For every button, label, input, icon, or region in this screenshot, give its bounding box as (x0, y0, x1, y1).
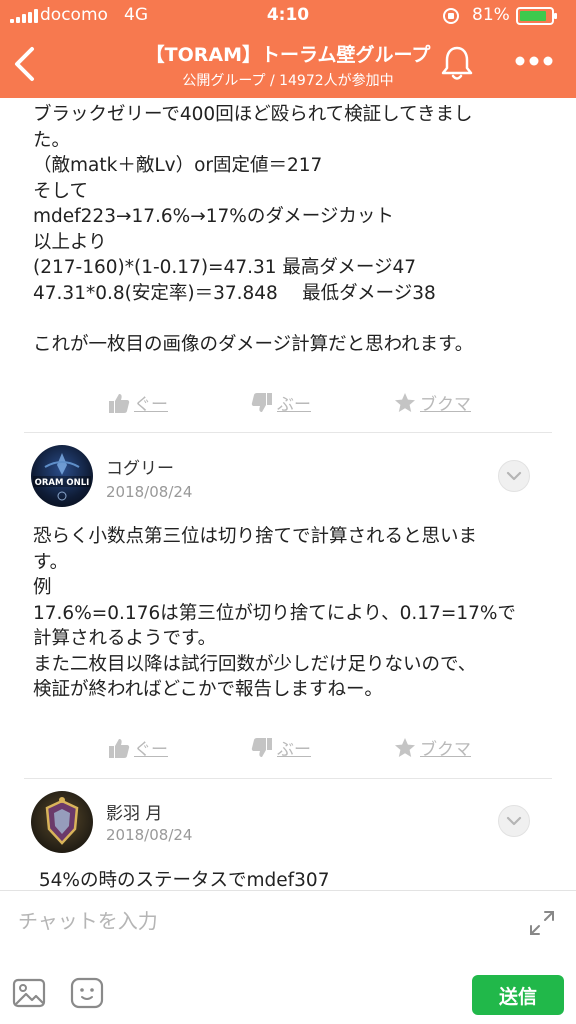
post-line (33, 306, 553, 332)
post-line: 47.31*0.8(安定率)＝37.848 最低ダメージ38 (33, 282, 436, 304)
post-line: 以上より (33, 231, 107, 253)
divider (24, 432, 552, 433)
battery-icon (516, 7, 557, 25)
expand-toggle[interactable] (498, 805, 530, 837)
bad-button[interactable]: ぶー (251, 390, 394, 415)
battery-percent: 81% (472, 5, 510, 25)
expand-toggle[interactable] (498, 460, 530, 492)
more-options-icon[interactable] (514, 54, 554, 68)
image-icon[interactable] (12, 978, 46, 1008)
post-line: 検証が終わればどこかで報告しますねー。 (33, 679, 383, 700)
bookmark-label: ブクマ (420, 395, 471, 415)
post-line: ブラックゼリーで400回ほど殴られて検証してきまし (33, 104, 473, 125)
message-list[interactable]: ブラックゼリーで400回ほど殴られて検証してきまし た。 （敵matk＋敵Lv）… (0, 98, 576, 890)
thumbs-down-icon (251, 737, 272, 757)
header-title-block: 【TORAM】トーラム壁グループ 公開グループ / 14972人が参加中 (90, 40, 486, 90)
post-line: （敵matk＋敵Lv）or固定値＝217 (33, 155, 323, 176)
shield-emblem-icon (45, 797, 79, 845)
good-label: ぐー (134, 740, 168, 760)
post-line: 54%の時のステータスでmdef307 (33, 870, 330, 890)
avatar[interactable]: ORAM ONLI (31, 445, 93, 507)
bad-label: ぶー (277, 740, 311, 760)
chevron-down-icon (506, 471, 522, 481)
author-name[interactable]: コグリー (106, 454, 174, 479)
good-button[interactable]: ぐー (108, 390, 251, 415)
avatar[interactable] (31, 791, 93, 853)
group-subtitle: 公開グループ / 14972人が参加中 (182, 73, 394, 89)
post-actions: ぐー ぶー ブクマ (108, 735, 537, 760)
group-title: 【TORAM】トーラム壁グループ (145, 44, 431, 66)
bookmark-button[interactable]: ブクマ (394, 390, 537, 415)
divider (24, 778, 552, 779)
app-header: docomo 4G 4:10 81% 【TORAM】トーラム壁グループ 公開グル… (0, 0, 576, 98)
post-line: mdef223→17.6%→17%のダメージカット (33, 206, 394, 227)
post-line: 恐らく小数点第三位は切り捨てで計算されると思いま (33, 526, 478, 547)
post-date: 2018/08/24 (106, 483, 193, 501)
post-line: (217-160)*(1-0.17)=47.31 最高ダメージ47 (33, 257, 417, 278)
post-body: ブラックゼリーで400回ほど殴られて検証してきまし た。 （敵matk＋敵Lv）… (33, 102, 553, 357)
chat-input[interactable] (18, 905, 498, 937)
chat-input-bar: 送信 (0, 890, 576, 1024)
thumbs-up-icon (109, 738, 130, 758)
good-label: ぐー (134, 395, 168, 415)
rotation-lock-icon (443, 8, 459, 24)
post-body: 54%の時のステータスでmdef307 (33, 868, 553, 890)
post-body: 恐らく小数点第三位は切り捨てで計算されると思いま す。 例 17.6%=0.17… (33, 524, 553, 703)
avatar-text: ORAM ONLI (35, 478, 90, 488)
post-line: 例 (33, 577, 52, 598)
post-line: た。 (33, 129, 71, 151)
back-arrow-icon[interactable] (10, 44, 40, 84)
thumbs-up-icon (109, 393, 130, 413)
send-button[interactable]: 送信 (472, 975, 564, 1015)
author-name[interactable]: 影羽 月 (106, 799, 162, 824)
star-icon (395, 737, 415, 757)
bookmark-label: ブクマ (420, 740, 471, 760)
status-bar: docomo 4G 4:10 81% (0, 0, 576, 32)
bookmark-button[interactable]: ブクマ (394, 735, 537, 760)
post-line: これが一枚目の画像のダメージ計算だと思われます。 (33, 333, 474, 355)
post-line: 17.6%=0.176は第三位が切り捨てにより、0.17=17%で (33, 602, 516, 624)
bad-label: ぶー (277, 395, 311, 415)
post-line: また二枚目以降は試行回数が少しだけ足りないので、 (33, 653, 477, 675)
bad-button[interactable]: ぶー (251, 735, 394, 760)
post-date: 2018/08/24 (106, 826, 193, 844)
star-icon (395, 392, 415, 412)
post-line: 計算されるようです。 (33, 628, 217, 649)
post-line: そして (33, 180, 88, 202)
thumbs-down-icon (251, 392, 272, 412)
good-button[interactable]: ぐー (108, 735, 251, 760)
avatar-image: ORAM ONLI (33, 453, 91, 501)
sticker-icon[interactable] (70, 977, 104, 1009)
expand-icon[interactable] (528, 909, 556, 937)
bell-icon[interactable] (440, 44, 474, 82)
post-line: す。 (33, 551, 69, 573)
post-actions: ぐー ぶー ブクマ (108, 390, 537, 415)
chevron-down-icon (506, 816, 522, 826)
